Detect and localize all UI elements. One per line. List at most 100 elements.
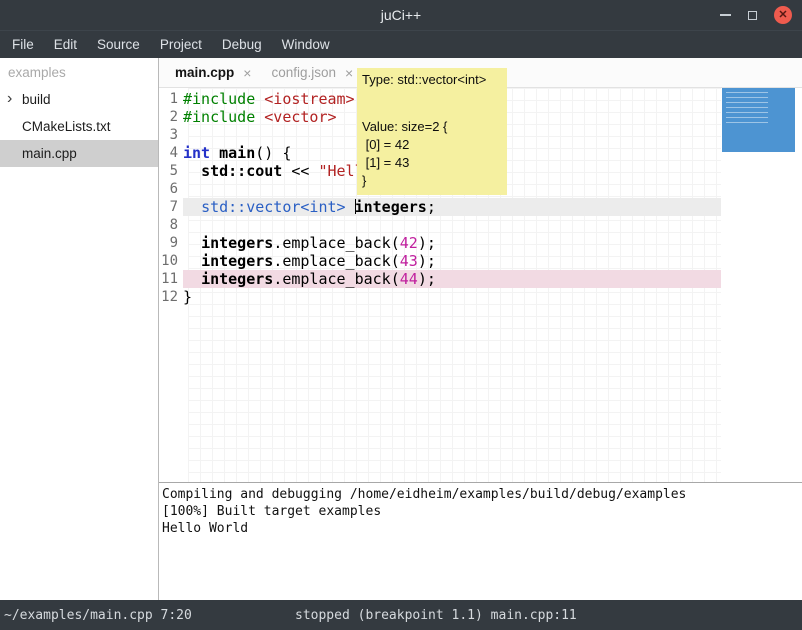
line-number[interactable]: 12 — [159, 288, 183, 306]
code-token — [346, 198, 355, 216]
code-token: ); — [418, 252, 436, 270]
code-line[interactable]: 8 — [159, 216, 721, 234]
tree-item-main-cpp[interactable]: main.cpp — [0, 140, 158, 167]
code-line[interactable]: 10 integers.emplace_back(43); — [159, 252, 721, 270]
code-line[interactable]: 12} — [159, 288, 721, 306]
sidebar: examples › build CMakeLists.txt main.cpp — [0, 58, 159, 600]
line-number[interactable]: 6 — [159, 180, 183, 198]
line-number[interactable]: 10 — [159, 252, 183, 270]
code-token: } — [183, 288, 192, 306]
restore-button[interactable] — [748, 11, 757, 20]
line-content: integers.emplace_back(42); — [183, 234, 721, 252]
code-token — [210, 144, 219, 162]
sidebar-header: examples — [0, 58, 158, 86]
code-token: 42 — [400, 234, 418, 252]
tooltip-type-line: Type: std::vector<int> — [362, 71, 502, 88]
code-token: <iostream> — [264, 90, 354, 108]
tree-item-cmakelists-txt[interactable]: CMakeLists.txt — [0, 113, 158, 140]
tree-item-build[interactable]: › build — [0, 86, 158, 113]
line-number[interactable]: 1 — [159, 90, 183, 108]
status-file-position: ~/examples/main.cpp 7:20 — [4, 608, 192, 623]
line-content: integers.emplace_back(44); — [183, 270, 721, 288]
menu-item-edit[interactable]: Edit — [44, 31, 87, 58]
code-token: 43 — [400, 252, 418, 270]
status-debug-state: stopped (breakpoint 1.1) main.cpp:11 — [295, 600, 577, 630]
tree-item-label: CMakeLists.txt — [22, 119, 111, 134]
file-tree: › build CMakeLists.txt main.cpp — [0, 86, 158, 167]
menu-item-file[interactable]: File — [2, 31, 44, 58]
line-number[interactable]: 8 — [159, 216, 183, 234]
line-content: std::vector<int> integers; — [183, 198, 721, 216]
code-token: main — [219, 144, 255, 162]
code-line[interactable]: 7 std::vector<int> integers; — [159, 198, 721, 216]
code-token — [183, 270, 201, 288]
status-bar: ~/examples/main.cpp 7:20 stopped (breakp… — [0, 600, 802, 630]
line-number[interactable]: 5 — [159, 162, 183, 180]
code-token — [255, 90, 264, 108]
tab-label: config.json — [271, 65, 336, 80]
tree-item-label: build — [22, 92, 51, 107]
minimize-button[interactable] — [720, 14, 731, 16]
minimap-code-lines — [726, 92, 768, 126]
minimap-viewport[interactable] — [722, 88, 795, 152]
line-number[interactable]: 4 — [159, 144, 183, 162]
code-line[interactable]: 9 integers.emplace_back(42); — [159, 234, 721, 252]
title-bar: juCi++ ✕ — [0, 0, 802, 30]
code-token — [183, 162, 201, 180]
code-token: 44 — [400, 270, 418, 288]
line-content — [183, 216, 721, 234]
line-number[interactable]: 3 — [159, 126, 183, 144]
menu-bar: FileEditSourceProjectDebugWindow — [0, 30, 802, 58]
debug-tooltip: Type: std::vector<int> Value: size=2 { [… — [357, 68, 507, 195]
code-token: integers — [201, 234, 273, 252]
line-number[interactable]: 9 — [159, 234, 183, 252]
line-number[interactable]: 2 — [159, 108, 183, 126]
restore-icon — [748, 11, 757, 20]
code-token: std::cout — [201, 162, 282, 180]
tab-label: main.cpp — [175, 65, 234, 80]
code-token — [255, 108, 264, 126]
code-token — [183, 234, 201, 252]
close-button[interactable]: ✕ — [774, 6, 792, 24]
menu-item-window[interactable]: Window — [272, 31, 340, 58]
code-token: ); — [418, 234, 436, 252]
code-token: .emplace_back( — [273, 234, 399, 252]
window-controls: ✕ — [720, 0, 792, 30]
minimize-icon — [720, 14, 731, 16]
line-number[interactable]: 11 — [159, 270, 183, 288]
code-token: << — [282, 162, 318, 180]
code-token: int — [183, 144, 210, 162]
code-token: ; — [427, 198, 436, 216]
code-token: integers — [201, 252, 273, 270]
menu-item-source[interactable]: Source — [87, 31, 150, 58]
window-title: juCi++ — [0, 7, 802, 23]
tab-close-icon[interactable]: × — [243, 65, 251, 81]
tooltip-line: Value: size=2 { — [362, 118, 502, 136]
output-line: Hello World — [162, 520, 802, 537]
minimap[interactable] — [721, 88, 802, 482]
tab-close-icon[interactable]: × — [345, 65, 353, 81]
line-content: integers.emplace_back(43); — [183, 252, 721, 270]
tooltip-line: [1] = 43 — [362, 154, 502, 172]
line-content: } — [183, 288, 721, 306]
output-line: Compiling and debugging /home/eidheim/ex… — [162, 486, 802, 503]
code-token: integers — [201, 270, 273, 288]
app-window: juCi++ ✕ FileEditSourceProjectDebugWindo… — [0, 0, 802, 630]
menu-item-project[interactable]: Project — [150, 31, 212, 58]
output-panel: Compiling and debugging /home/eidheim/ex… — [159, 482, 802, 600]
tooltip-line: } — [362, 172, 502, 190]
code-token: .emplace_back( — [273, 252, 399, 270]
menu-item-debug[interactable]: Debug — [212, 31, 272, 58]
tooltip-value-lines: Value: size=2 { [0] = 42 [1] = 43} — [362, 118, 502, 190]
chevron-right-icon[interactable]: › — [7, 90, 12, 108]
tab-config-json[interactable]: config.json × — [261, 58, 363, 87]
code-token: ); — [418, 270, 436, 288]
code-token — [183, 252, 201, 270]
code-token: std::vector<int> — [201, 198, 346, 216]
code-token: integers — [355, 198, 427, 216]
line-number[interactable]: 7 — [159, 198, 183, 216]
code-line[interactable]: 11 integers.emplace_back(44); — [159, 270, 721, 288]
code-token — [183, 198, 201, 216]
tab-main-cpp[interactable]: main.cpp × — [165, 58, 261, 87]
tooltip-line: [0] = 42 — [362, 136, 502, 154]
